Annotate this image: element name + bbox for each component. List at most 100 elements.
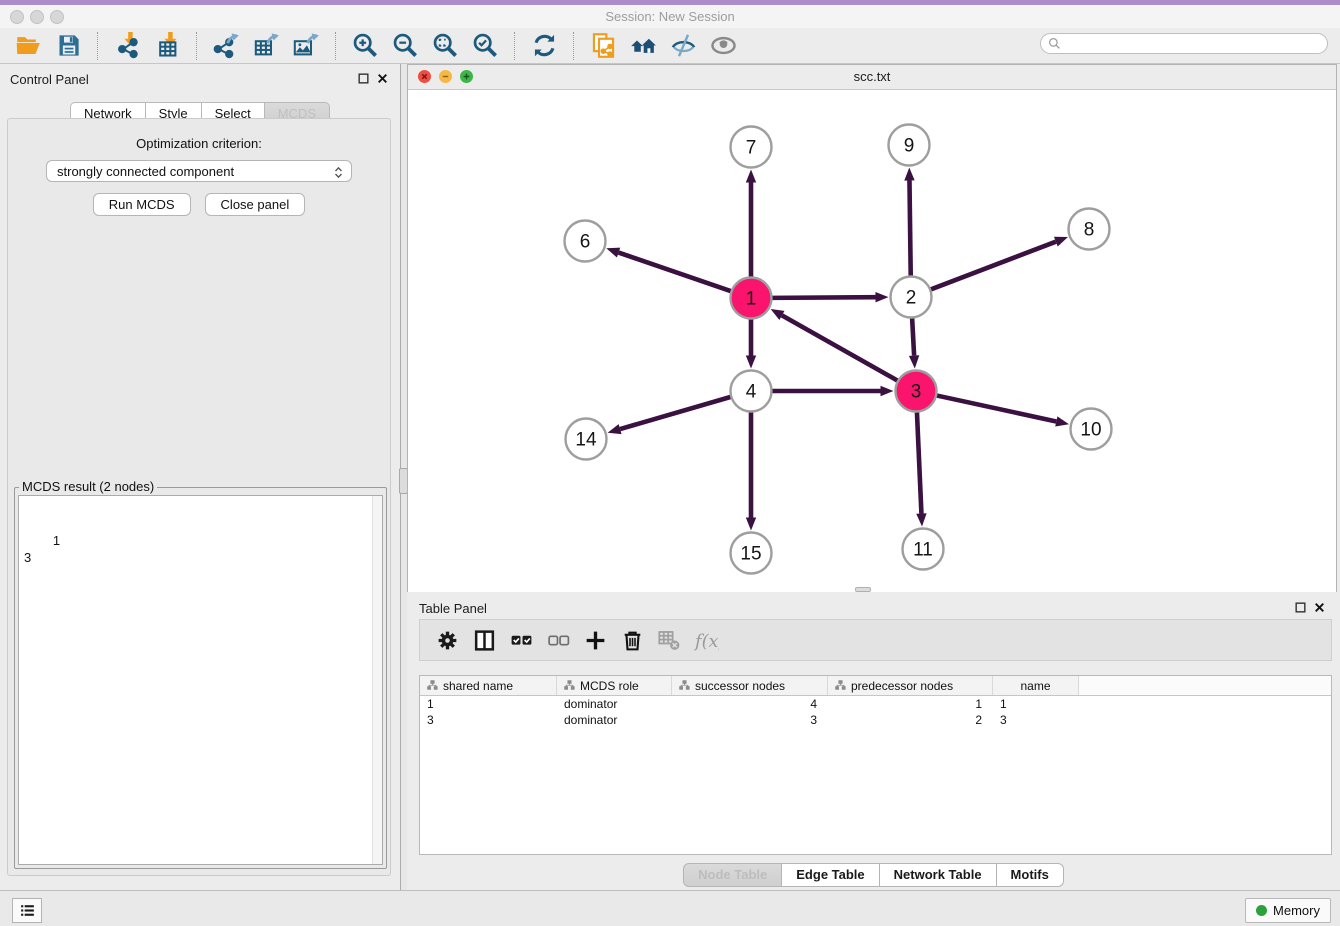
- apply-layout-button[interactable]: [524, 30, 564, 62]
- tab-edge-table[interactable]: Edge Table: [782, 863, 879, 887]
- window-zoom-button[interactable]: [50, 10, 64, 24]
- network-minimize-icon[interactable]: [439, 70, 452, 83]
- graph-edge-1-2[interactable]: [772, 292, 888, 302]
- home-pair-icon: [630, 32, 657, 59]
- cell[interactable]: 4: [672, 696, 828, 712]
- export-network-button[interactable]: [206, 30, 246, 62]
- export-image-button[interactable]: [286, 30, 326, 62]
- search-input[interactable]: [1062, 35, 1327, 53]
- svg-text:4: 4: [746, 382, 757, 403]
- table-float-panel-icon[interactable]: [1294, 601, 1307, 614]
- cell[interactable]: 1: [420, 696, 557, 712]
- cell[interactable]: 1: [828, 696, 993, 712]
- graph-node-7[interactable]: 7: [731, 127, 772, 168]
- graph-edge-4-14[interactable]: [608, 397, 731, 434]
- zoom-selected-button[interactable]: [465, 30, 505, 62]
- cell[interactable]: 2: [828, 712, 993, 728]
- graph-edge-2-8[interactable]: [931, 237, 1068, 290]
- open-session-button[interactable]: [8, 30, 48, 62]
- graph-node-8[interactable]: 8: [1069, 209, 1110, 250]
- graph-edge-4-15[interactable]: [746, 413, 756, 531]
- column-header-predecessor-nodes[interactable]: predecessor nodes: [828, 676, 993, 695]
- clone-network-button[interactable]: [583, 30, 623, 62]
- column-header-name[interactable]: name: [993, 676, 1079, 695]
- graph-edge-1-6[interactable]: [606, 248, 730, 291]
- graph-edge-2-9[interactable]: [904, 167, 914, 275]
- column-header-successor-nodes[interactable]: successor nodes: [672, 676, 828, 695]
- result-scrollbar[interactable]: [372, 496, 382, 864]
- graph-node-14[interactable]: 14: [566, 419, 607, 460]
- graph-edge-3-1[interactable]: [771, 309, 898, 380]
- column-header-shared-name[interactable]: shared name: [420, 676, 557, 695]
- cell[interactable]: 3: [420, 712, 557, 728]
- graph-node-4[interactable]: 4: [731, 371, 772, 412]
- graph-node-6[interactable]: 6: [565, 221, 606, 262]
- optimization-criterion-select[interactable]: strongly connected component: [46, 160, 352, 182]
- window-minimize-button[interactable]: [30, 10, 44, 24]
- table-options-button[interactable]: [429, 622, 466, 658]
- show-graphics-details-button[interactable]: [703, 30, 743, 62]
- graph-edge-2-3[interactable]: [909, 318, 919, 368]
- zoom-in-button[interactable]: [345, 30, 385, 62]
- column-header-MCDS-role[interactable]: MCDS role: [557, 676, 672, 695]
- zoom-fit-button[interactable]: [425, 30, 465, 62]
- window-close-button[interactable]: [10, 10, 24, 24]
- graph-edge-4-3[interactable]: [773, 386, 894, 396]
- select-all-columns-button[interactable]: [503, 622, 540, 658]
- create-column-button[interactable]: [577, 622, 614, 658]
- search-field[interactable]: [1040, 33, 1328, 54]
- network-title: scc.txt: [408, 65, 1336, 89]
- graph-edge-1-7[interactable]: [746, 170, 756, 277]
- graph-node-3[interactable]: 3: [896, 371, 937, 412]
- graph-node-15[interactable]: 15: [731, 533, 772, 574]
- graph-node-2[interactable]: 2: [891, 277, 932, 318]
- tab-motifs[interactable]: Motifs: [997, 863, 1064, 887]
- tab-network-table[interactable]: Network Table: [880, 863, 997, 887]
- graph-node-1[interactable]: 1: [731, 278, 772, 319]
- cell[interactable]: 1: [993, 696, 1079, 712]
- cell[interactable]: 3: [672, 712, 828, 728]
- export-image-icon: [293, 32, 320, 59]
- columns-icon: [472, 628, 497, 653]
- save-session-button[interactable]: [48, 30, 88, 62]
- network-maximize-icon[interactable]: [460, 70, 473, 83]
- hide-selected-button[interactable]: [663, 30, 703, 62]
- zoom-out-button[interactable]: [385, 30, 425, 62]
- network-view[interactable]: 1 2 3 4 6 7 8 9 10 11 14 15: [408, 90, 1336, 592]
- graph-node-10[interactable]: 10: [1071, 409, 1112, 450]
- cell[interactable]: 3: [993, 712, 1079, 728]
- graph-node-9[interactable]: 9: [889, 125, 930, 166]
- graph-node-11[interactable]: 11: [903, 529, 944, 570]
- clone-network-icon: [590, 32, 617, 59]
- run-mcds-button[interactable]: Run MCDS: [93, 193, 191, 216]
- graph-edge-3-10[interactable]: [937, 396, 1069, 427]
- graph-edge-1-4[interactable]: [746, 320, 756, 369]
- table-row[interactable]: 3dominator323: [420, 712, 1331, 728]
- developers-panel-button[interactable]: [12, 898, 42, 923]
- float-panel-icon[interactable]: [357, 72, 370, 85]
- export-table-button[interactable]: [246, 30, 286, 62]
- cell[interactable]: dominator: [557, 712, 672, 728]
- memory-label: Memory: [1273, 903, 1320, 918]
- svg-text:6: 6: [580, 232, 591, 253]
- close-panel-icon[interactable]: [376, 72, 389, 85]
- mcds-result-textarea[interactable]: 1 3: [18, 495, 383, 865]
- import-table-button[interactable]: [147, 30, 187, 62]
- graph-edge-3-11[interactable]: [916, 412, 926, 526]
- table-tabs: Node TableEdge TableNetwork TableMotifs: [407, 863, 1340, 887]
- save-icon: [55, 32, 82, 59]
- svg-text:8: 8: [1084, 220, 1095, 241]
- tab-node-table[interactable]: Node Table: [683, 863, 782, 887]
- first-neighbors-button[interactable]: [623, 30, 663, 62]
- close-panel-button[interactable]: Close panel: [205, 193, 306, 216]
- delete-columns-button[interactable]: [614, 622, 651, 658]
- show-column-selector-button[interactable]: [466, 622, 503, 658]
- table-close-panel-icon[interactable]: [1313, 601, 1326, 614]
- network-close-icon[interactable]: [418, 70, 431, 83]
- memory-button[interactable]: Memory: [1245, 898, 1331, 923]
- import-network-button[interactable]: [107, 30, 147, 62]
- table-row[interactable]: 1dominator411: [420, 696, 1331, 712]
- cell[interactable]: dominator: [557, 696, 672, 712]
- unselect-all-columns-button[interactable]: [540, 622, 577, 658]
- check-pair-icon: [509, 628, 534, 653]
